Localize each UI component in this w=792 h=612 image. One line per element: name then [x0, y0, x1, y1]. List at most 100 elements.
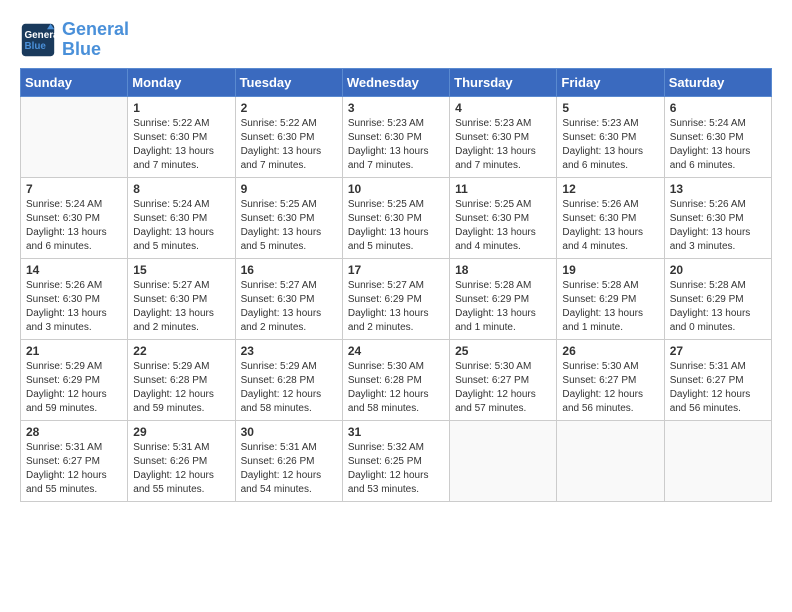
day-number: 6 — [670, 101, 766, 115]
calendar-cell — [664, 420, 771, 501]
calendar-week-row: 14 Sunrise: 5:26 AM Sunset: 6:30 PM Dayli… — [21, 258, 772, 339]
day-info: Sunrise: 5:25 AM Sunset: 6:30 PM Dayligh… — [455, 198, 551, 254]
day-of-week-header: Saturday — [664, 68, 771, 96]
calendar-cell: 25 Sunrise: 5:30 AM Sunset: 6:27 PM Dayli… — [450, 339, 557, 420]
calendar-cell: 5 Sunrise: 5:23 AM Sunset: 6:30 PM Daylig… — [557, 96, 664, 177]
day-number: 22 — [133, 344, 229, 358]
calendar-cell: 26 Sunrise: 5:30 AM Sunset: 6:27 PM Dayli… — [557, 339, 664, 420]
day-info: Sunrise: 5:32 AM Sunset: 6:25 PM Dayligh… — [348, 441, 444, 497]
calendar-cell: 31 Sunrise: 5:32 AM Sunset: 6:25 PM Dayli… — [342, 420, 449, 501]
day-number: 15 — [133, 263, 229, 277]
calendar-cell: 12 Sunrise: 5:26 AM Sunset: 6:30 PM Dayli… — [557, 177, 664, 258]
day-number: 23 — [241, 344, 337, 358]
calendar-cell: 29Sunrise: 5:31 AM Sunset: 6:26 PM Dayli… — [128, 420, 235, 501]
calendar-week-row: 28 Sunrise: 5:31 AM Sunset: 6:27 PM Dayli… — [21, 420, 772, 501]
day-of-week-header: Thursday — [450, 68, 557, 96]
logo: General Blue GeneralBlue — [20, 20, 129, 60]
calendar-cell: 22Sunrise: 5:29 AM Sunset: 6:28 PM Dayli… — [128, 339, 235, 420]
day-info: Sunrise: 5:23 AM Sunset: 6:30 PM Dayligh… — [455, 117, 551, 173]
day-number: 31 — [348, 425, 444, 439]
calendar-cell: 6 Sunrise: 5:24 AM Sunset: 6:30 PM Daylig… — [664, 96, 771, 177]
day-info: Sunrise: 5:30 AM Sunset: 6:27 PM Dayligh… — [562, 360, 658, 416]
day-of-week-header: Wednesday — [342, 68, 449, 96]
calendar-cell: 21 Sunrise: 5:29 AM Sunset: 6:29 PM Dayli… — [21, 339, 128, 420]
day-number: 4 — [455, 101, 551, 115]
day-info: Sunrise: 5:31 AM Sunset: 6:27 PM Dayligh… — [26, 441, 122, 497]
day-info: Sunrise: 5:28 AM Sunset: 6:29 PM Dayligh… — [562, 279, 658, 335]
day-info: Sunrise: 5:27 AM Sunset: 6:30 PM Dayligh… — [241, 279, 337, 335]
calendar-cell: 7 Sunrise: 5:24 AM Sunset: 6:30 PM Daylig… — [21, 177, 128, 258]
day-number: 2 — [241, 101, 337, 115]
day-info: Sunrise: 5:24 AM Sunset: 6:30 PM Dayligh… — [133, 198, 229, 254]
day-info: Sunrise: 5:25 AM Sunset: 6:30 PM Dayligh… — [348, 198, 444, 254]
day-number: 19 — [562, 263, 658, 277]
day-number: 11 — [455, 182, 551, 196]
calendar-cell: 15 Sunrise: 5:27 AM Sunset: 6:30 PM Dayli… — [128, 258, 235, 339]
day-info: Sunrise: 5:24 AM Sunset: 6:30 PM Dayligh… — [26, 198, 122, 254]
day-info: Sunrise: 5:22 AM Sunset: 6:30 PM Dayligh… — [241, 117, 337, 173]
day-info: Sunrise: 5:24 AM Sunset: 6:30 PM Dayligh… — [670, 117, 766, 173]
calendar-cell: 27Sunrise: 5:31 AM Sunset: 6:27 PM Dayli… — [664, 339, 771, 420]
day-of-week-header: Tuesday — [235, 68, 342, 96]
day-number: 5 — [562, 101, 658, 115]
day-info: Sunrise: 5:26 AM Sunset: 6:30 PM Dayligh… — [670, 198, 766, 254]
calendar-table: SundayMondayTuesdayWednesdayThursdayFrid… — [20, 68, 772, 502]
day-number: 10 — [348, 182, 444, 196]
calendar-week-row: 21 Sunrise: 5:29 AM Sunset: 6:29 PM Dayli… — [21, 339, 772, 420]
day-number: 14 — [26, 263, 122, 277]
day-info: Sunrise: 5:28 AM Sunset: 6:29 PM Dayligh… — [455, 279, 551, 335]
calendar-cell: 1 Sunrise: 5:22 AM Sunset: 6:30 PM Daylig… — [128, 96, 235, 177]
day-info: Sunrise: 5:26 AM Sunset: 6:30 PM Dayligh… — [562, 198, 658, 254]
day-number: 21 — [26, 344, 122, 358]
calendar-cell: 4 Sunrise: 5:23 AM Sunset: 6:30 PM Daylig… — [450, 96, 557, 177]
header: General Blue GeneralBlue — [20, 20, 772, 60]
day-number: 13 — [670, 182, 766, 196]
day-number: 30 — [241, 425, 337, 439]
calendar-week-row: 7 Sunrise: 5:24 AM Sunset: 6:30 PM Daylig… — [21, 177, 772, 258]
day-of-week-header: Friday — [557, 68, 664, 96]
calendar-cell: 28 Sunrise: 5:31 AM Sunset: 6:27 PM Dayli… — [21, 420, 128, 501]
logo-text: GeneralBlue — [62, 20, 129, 60]
day-number: 1 — [133, 101, 229, 115]
day-number: 24 — [348, 344, 444, 358]
calendar-week-row: 1 Sunrise: 5:22 AM Sunset: 6:30 PM Daylig… — [21, 96, 772, 177]
calendar-cell: 16Sunrise: 5:27 AM Sunset: 6:30 PM Dayli… — [235, 258, 342, 339]
day-info: Sunrise: 5:27 AM Sunset: 6:30 PM Dayligh… — [133, 279, 229, 335]
day-number: 3 — [348, 101, 444, 115]
calendar-cell — [557, 420, 664, 501]
calendar-cell: 30 Sunrise: 5:31 AM Sunset: 6:26 PM Dayli… — [235, 420, 342, 501]
day-number: 26 — [562, 344, 658, 358]
day-info: Sunrise: 5:29 AM Sunset: 6:29 PM Dayligh… — [26, 360, 122, 416]
day-info: Sunrise: 5:30 AM Sunset: 6:28 PM Dayligh… — [348, 360, 444, 416]
day-of-week-header: Sunday — [21, 68, 128, 96]
day-of-week-header: Monday — [128, 68, 235, 96]
svg-text:Blue: Blue — [25, 41, 47, 52]
svg-text:General: General — [25, 30, 57, 41]
calendar-cell: 11 Sunrise: 5:25 AM Sunset: 6:30 PM Dayli… — [450, 177, 557, 258]
day-number: 27 — [670, 344, 766, 358]
day-info: Sunrise: 5:23 AM Sunset: 6:30 PM Dayligh… — [562, 117, 658, 173]
day-number: 9 — [241, 182, 337, 196]
calendar-cell — [21, 96, 128, 177]
day-info: Sunrise: 5:27 AM Sunset: 6:29 PM Dayligh… — [348, 279, 444, 335]
day-info: Sunrise: 5:25 AM Sunset: 6:30 PM Dayligh… — [241, 198, 337, 254]
calendar-cell: 20Sunrise: 5:28 AM Sunset: 6:29 PM Dayli… — [664, 258, 771, 339]
day-info: Sunrise: 5:30 AM Sunset: 6:27 PM Dayligh… — [455, 360, 551, 416]
day-info: Sunrise: 5:28 AM Sunset: 6:29 PM Dayligh… — [670, 279, 766, 335]
day-info: Sunrise: 5:22 AM Sunset: 6:30 PM Dayligh… — [133, 117, 229, 173]
calendar-cell: 17Sunrise: 5:27 AM Sunset: 6:29 PM Dayli… — [342, 258, 449, 339]
day-info: Sunrise: 5:26 AM Sunset: 6:30 PM Dayligh… — [26, 279, 122, 335]
calendar-cell: 14 Sunrise: 5:26 AM Sunset: 6:30 PM Dayli… — [21, 258, 128, 339]
calendar-cell: 24 Sunrise: 5:30 AM Sunset: 6:28 PM Dayli… — [342, 339, 449, 420]
day-info: Sunrise: 5:31 AM Sunset: 6:26 PM Dayligh… — [241, 441, 337, 497]
calendar-header-row: SundayMondayTuesdayWednesdayThursdayFrid… — [21, 68, 772, 96]
calendar-cell: 18 Sunrise: 5:28 AM Sunset: 6:29 PM Dayli… — [450, 258, 557, 339]
calendar-cell: 3Sunrise: 5:23 AM Sunset: 6:30 PM Daylig… — [342, 96, 449, 177]
day-number: 12 — [562, 182, 658, 196]
day-number: 28 — [26, 425, 122, 439]
calendar-cell: 13 Sunrise: 5:26 AM Sunset: 6:30 PM Dayli… — [664, 177, 771, 258]
day-number: 25 — [455, 344, 551, 358]
day-number: 8 — [133, 182, 229, 196]
day-number: 18 — [455, 263, 551, 277]
day-number: 7 — [26, 182, 122, 196]
